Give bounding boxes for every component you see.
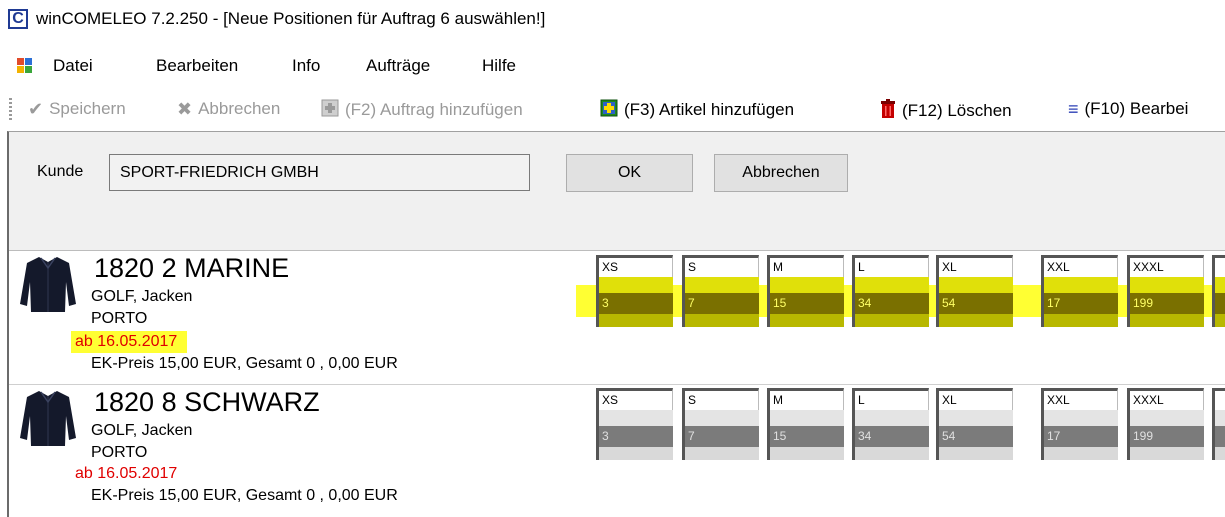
add-order-label: (F2) Auftrag hinzufügen <box>345 99 523 119</box>
menu-info[interactable]: Info <box>292 56 320 76</box>
article-number: 1820 2 MARINE <box>94 253 290 283</box>
menu-hilfe[interactable]: Hilfe <box>482 56 516 76</box>
customer-panel: Kunde SPORT-FRIEDRICH GMBH OK Abbrechen <box>9 132 1225 251</box>
size-header: XXXL <box>1127 255 1204 277</box>
customer-label: Kunde <box>37 163 84 180</box>
size-qty-cell[interactable]: 34 <box>852 293 929 314</box>
customer-field[interactable]: SPORT-FRIEDRICH GMBH <box>109 154 530 191</box>
size-header: XXL <box>1041 255 1118 277</box>
size-qty-cell[interactable]: 199 <box>1127 426 1204 447</box>
trash-icon <box>880 99 896 122</box>
article-date: ab 16.05.2017 <box>75 465 178 482</box>
window-menu-icon[interactable] <box>17 58 33 74</box>
article-price: EK-Preis 15,00 EUR, Gesamt 0 , 0,00 EUR <box>91 487 398 504</box>
menu-datei[interactable]: Datei <box>53 56 93 76</box>
ok-button[interactable]: OK <box>566 154 693 192</box>
size-header: XL <box>936 388 1013 410</box>
delete-button[interactable]: (F12) Löschen <box>880 99 1012 122</box>
checkmark-icon: ✔ <box>28 99 44 119</box>
jacket-image <box>20 257 76 312</box>
size-header <box>1212 255 1225 277</box>
size-header: XS <box>596 255 673 277</box>
title-bar: C winCOMELEO 7.2.250 - [Neue Positionen … <box>0 0 1225 40</box>
delete-label: (F12) Löschen <box>902 100 1012 120</box>
size-qty-cell[interactable]: 15 <box>767 293 844 314</box>
add-order-icon <box>321 99 339 120</box>
size-header: L <box>852 255 929 277</box>
add-article-button[interactable]: (F3) Artikel hinzufügen <box>600 99 794 120</box>
article-model: PORTO <box>91 310 148 327</box>
cancel-toolbar-label: Abbrechen <box>198 99 281 118</box>
size-grid: XS 3 S 7 M 15 L 34 XL 54 XXL 17 XXXL 199 <box>596 388 1225 460</box>
edit-label: (F10) Bearbei <box>1084 99 1189 118</box>
add-article-label: (F3) Artikel hinzufügen <box>624 99 795 119</box>
article-price: EK-Preis 15,00 EUR, Gesamt 0 , 0,00 EUR <box>91 355 398 372</box>
size-qty-cell[interactable]: 34 <box>852 426 929 447</box>
size-qty-cell[interactable]: 3 <box>596 293 673 314</box>
size-qty-cell[interactable]: 54 <box>936 293 1013 314</box>
size-qty-cell[interactable]: 17 <box>1041 293 1118 314</box>
size-header: S <box>682 255 759 277</box>
size-qty-cell[interactable] <box>1212 426 1225 447</box>
menu-bearbeiten[interactable]: Bearbeiten <box>156 56 238 76</box>
article-row[interactable]: 1820 8 SCHWARZ GOLF, Jacken PORTO ab 16.… <box>9 384 1225 514</box>
toolbar-grip[interactable] <box>9 98 12 122</box>
save-button[interactable]: ✔ Speichern <box>28 99 126 119</box>
size-header: M <box>767 255 844 277</box>
size-header: XXL <box>1041 388 1118 410</box>
cancel-button[interactable]: Abbrechen <box>714 154 848 192</box>
size-header: S <box>682 388 759 410</box>
size-grid: XS 3 S 7 M 15 L 34 XL 54 XXL 17 XXXL 199 <box>596 255 1225 327</box>
size-header: L <box>852 388 929 410</box>
size-header <box>1212 388 1225 410</box>
menu-bar: Datei Bearbeiten Info Aufträge Hilfe <box>0 50 1225 82</box>
size-header: M <box>767 388 844 410</box>
window-title: winCOMELEO 7.2.250 - [Neue Positionen fü… <box>36 9 546 28</box>
size-qty-cell[interactable]: 199 <box>1127 293 1204 314</box>
jacket-image <box>20 391 76 446</box>
add-article-icon <box>600 99 618 120</box>
size-header: XXXL <box>1127 388 1204 410</box>
size-qty-cell[interactable]: 3 <box>596 426 673 447</box>
size-header: XS <box>596 388 673 410</box>
menu-auftraege[interactable]: Aufträge <box>366 56 430 76</box>
size-qty-cell[interactable]: 7 <box>682 426 759 447</box>
article-date: ab 16.05.2017 <box>71 331 188 353</box>
cancel-toolbar-button[interactable]: ✖ Abbrechen <box>177 99 280 119</box>
toolbar: ✔ Speichern ✖ Abbrechen (F2) Auftrag hin… <box>0 92 1225 128</box>
article-category: GOLF, Jacken <box>91 422 193 439</box>
size-qty-cell[interactable]: 54 <box>936 426 1013 447</box>
size-qty-cell[interactable] <box>1212 293 1225 314</box>
size-header: XL <box>936 255 1013 277</box>
edit-button[interactable]: ≡ (F10) Bearbei <box>1068 99 1188 119</box>
save-label: Speichern <box>49 99 126 118</box>
app-icon: C <box>8 9 28 29</box>
content-area: Kunde SPORT-FRIEDRICH GMBH OK Abbrechen … <box>7 131 1225 517</box>
size-qty-cell[interactable]: 17 <box>1041 426 1118 447</box>
article-category: GOLF, Jacken <box>91 288 193 305</box>
size-qty-cell[interactable]: 15 <box>767 426 844 447</box>
article-model: PORTO <box>91 444 148 461</box>
size-qty-cell[interactable]: 7 <box>682 293 759 314</box>
article-number: 1820 8 SCHWARZ <box>94 387 320 417</box>
add-order-button[interactable]: (F2) Auftrag hinzufügen <box>321 99 523 120</box>
article-row[interactable]: 1820 2 MARINE GOLF, Jacken PORTO ab 16.0… <box>9 251 1225 380</box>
list-icon: ≡ <box>1068 99 1079 119</box>
cross-icon: ✖ <box>177 99 193 119</box>
